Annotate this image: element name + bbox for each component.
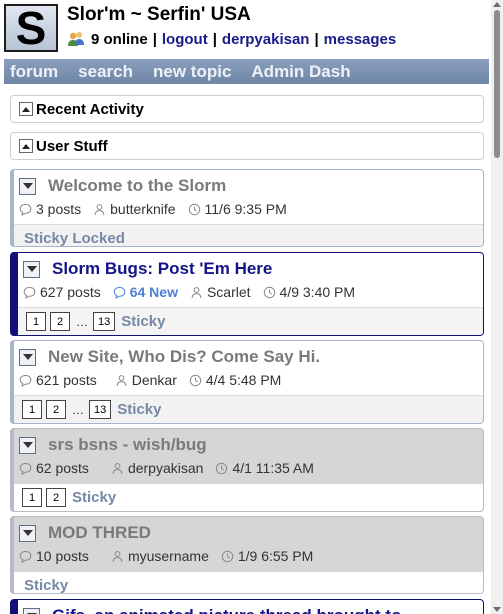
collapse-toggle-icon[interactable] [19,436,36,454]
person-icon [112,462,123,474]
topic-title[interactable]: srs bsns - wish/bug [48,435,207,455]
section-user-stuff[interactable]: User Stuff [10,132,484,160]
collapse-toggle-icon[interactable] [19,139,33,153]
person-icon [94,203,105,215]
nav-admin-dash[interactable]: Admin Dash [251,62,350,82]
topic-card[interactable]: New Site, Who Dis? Come Say Hi. 621 post… [10,340,484,424]
page-ellipsis: … [76,314,88,329]
topic-tags: Sticky [117,401,162,418]
section-label: Recent Activity [36,100,144,118]
clock-icon [189,374,202,386]
messages-link[interactable]: messages [324,31,397,48]
page-link[interactable]: 13 [89,400,112,419]
person-icon [112,550,123,562]
page-link[interactable]: 1 [26,312,46,331]
username-link[interactable]: derpyakisan [222,31,310,48]
post-count: 627 posts [40,284,101,300]
page-ellipsis: … [72,402,84,417]
topic-tags: Sticky [72,489,117,506]
site-logo[interactable]: S [4,4,58,52]
new-post-count[interactable]: 64 New [130,284,178,300]
collapse-toggle-icon[interactable] [19,102,33,116]
topic-title[interactable]: New Site, Who Dis? Come Say Hi. [48,347,320,367]
post-count: 62 posts [36,460,89,476]
last-post-time[interactable]: 4/9 3:40 PM [280,284,356,300]
topic-title[interactable]: Slorm Bugs: Post 'Em Here [52,259,272,279]
last-post-time[interactable]: 11/6 9:35 PM [205,201,287,217]
scrollbar-thumb[interactable] [494,10,500,158]
clock-icon [221,550,234,562]
topic-tags: Sticky Locked [24,230,125,247]
online-count[interactable]: 9 online [91,31,148,48]
topic-author[interactable]: butterknife [110,201,175,217]
logout-link[interactable]: logout [162,31,208,48]
page-link[interactable]: 13 [93,312,116,331]
site-title: Slor'm ~ Serfin' USA [67,4,251,25]
clock-icon [263,286,275,298]
user-bar: 9 online | logout | derpyakisan | messag… [67,30,396,48]
collapse-toggle-icon[interactable] [23,607,40,614]
topic-title[interactable]: Gifs, an animated picture thread brought… [52,606,401,614]
topic-author[interactable]: derpyakisan [128,460,204,476]
post-count: 10 posts [36,548,89,564]
last-post-time[interactable]: 1/9 6:55 PM [238,548,314,564]
collapse-toggle-icon[interactable] [19,524,36,542]
separator: | [212,30,217,48]
topic-card[interactable]: Gifs, an animated picture thread brought… [10,599,484,614]
page-scrollbar[interactable] [491,0,503,614]
separator: | [152,30,157,48]
last-post-time[interactable]: 4/1 11:35 AM [232,460,313,476]
topic-title[interactable]: Welcome to the Slorm [48,176,226,196]
separator: | [314,30,319,48]
speech-bubble-icon [19,462,32,475]
nav-search[interactable]: search [78,62,133,82]
topic-card[interactable]: Welcome to the Slorm 3 posts butterknife… [10,169,484,247]
page-link[interactable]: 2 [46,488,66,507]
page-link[interactable]: 1 [22,400,42,419]
topic-card[interactable]: srs bsns - wish/bug 62 posts derpyakisan… [10,428,484,512]
topic-author[interactable]: Scarlet [207,284,251,300]
collapse-toggle-icon[interactable] [19,177,36,195]
topic-tags: Sticky [24,577,69,594]
clock-icon [216,462,228,474]
logo-letter: S [15,2,47,54]
topic-author[interactable]: Denkar [132,372,177,388]
collapse-toggle-icon[interactable] [19,348,36,366]
post-count: 621 posts [36,372,97,388]
section-label: User Stuff [36,137,108,155]
topic-card[interactable]: MOD THRED 10 posts myusername 1/9 6:55 P… [10,516,484,594]
users-icon [68,32,84,46]
collapse-toggle-icon[interactable] [23,260,40,278]
section-recent-activity[interactable]: Recent Activity [10,95,484,123]
topic-card[interactable]: Slorm Bugs: Post 'Em Here 627 posts 64 N… [10,252,484,336]
main-nav: forum search new topic Admin Dash [4,59,489,84]
topic-tags: Sticky [121,313,166,330]
nav-forum[interactable]: forum [10,62,58,82]
speech-bubble-icon [113,286,126,299]
speech-bubble-icon [23,286,36,299]
speech-bubble-icon [19,374,32,387]
page-link[interactable]: 2 [46,400,66,419]
speech-bubble-icon [19,550,32,563]
topic-author[interactable]: myusername [128,548,209,564]
nav-new-topic[interactable]: new topic [153,62,231,82]
scroll-up-arrow-icon[interactable] [493,2,501,7]
topic-title[interactable]: MOD THRED [48,523,151,543]
person-icon [116,374,127,386]
scroll-down-arrow-icon[interactable] [493,607,501,612]
page-link[interactable]: 1 [22,488,42,507]
person-icon [191,286,202,298]
post-count: 3 posts [36,201,82,217]
speech-bubble-icon [19,203,32,216]
clock-icon [188,203,200,215]
last-post-time[interactable]: 4/4 5:48 PM [206,372,282,388]
page-link[interactable]: 2 [50,312,70,331]
